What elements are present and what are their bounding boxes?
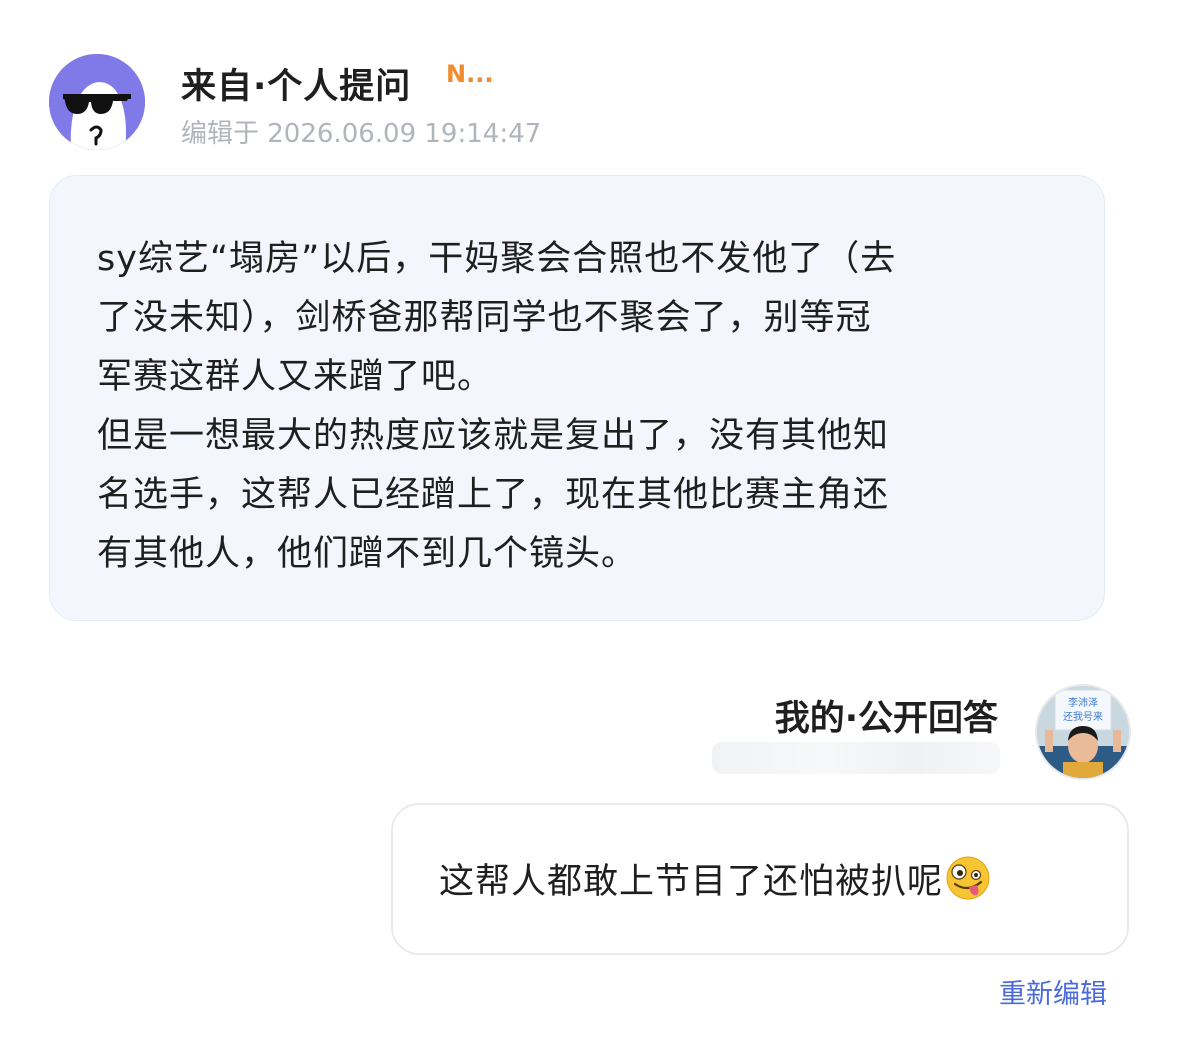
new-badge: N... xyxy=(446,60,494,88)
zany-face-emoji-icon xyxy=(946,856,990,900)
asker-avatar[interactable] xyxy=(49,54,145,150)
question-text: sy综艺“塌房”以后，干妈聚会合照也不发他了（去 了没未知），剑桥爸那帮同学也不… xyxy=(97,230,1047,584)
question-line: 了没未知），剑桥爸那帮同学也不聚会了，别等冠 xyxy=(97,298,872,338)
answer-text-row: 这帮人都敢上节目了还怕被扒呢 xyxy=(439,855,991,905)
question-line: 但是一想最大的热度应该就是复出了，没有其他知 xyxy=(97,416,890,456)
answer-title: 我的·公开回答 xyxy=(774,699,998,739)
question-line: 名选手，这帮人已经蹭上了，现在其他比赛主角还 xyxy=(97,475,890,515)
sign-line-2: 还我号来 xyxy=(1063,711,1103,723)
question-source-title: 来自·个人提问 xyxy=(181,67,412,107)
blurred-subtitle xyxy=(712,742,1000,774)
sign-line-1: 李沛泽 xyxy=(1068,696,1098,709)
answer-text: 这帮人都敢上节目了还怕被扒呢 xyxy=(439,862,944,902)
question-line: sy综艺“塌房”以后，干妈聚会合照也不发他了（去 xyxy=(97,239,897,279)
answerer-avatar[interactable]: 李沛泽 还我号来 xyxy=(1035,684,1131,780)
question-line: 有其他人，他们蹭不到几个镜头。 xyxy=(97,534,638,574)
sunglasses-ghost-avatar-icon xyxy=(49,54,145,150)
question-timestamp: 编辑于 2026.06.09 19:14:47 xyxy=(181,119,542,149)
question-line: 军赛这群人又来蹭了吧。 xyxy=(97,357,494,397)
reedit-button[interactable]: 重新编辑 xyxy=(999,972,1107,1011)
user-photo-avatar-icon: 李沛泽 还我号来 xyxy=(1037,686,1129,778)
